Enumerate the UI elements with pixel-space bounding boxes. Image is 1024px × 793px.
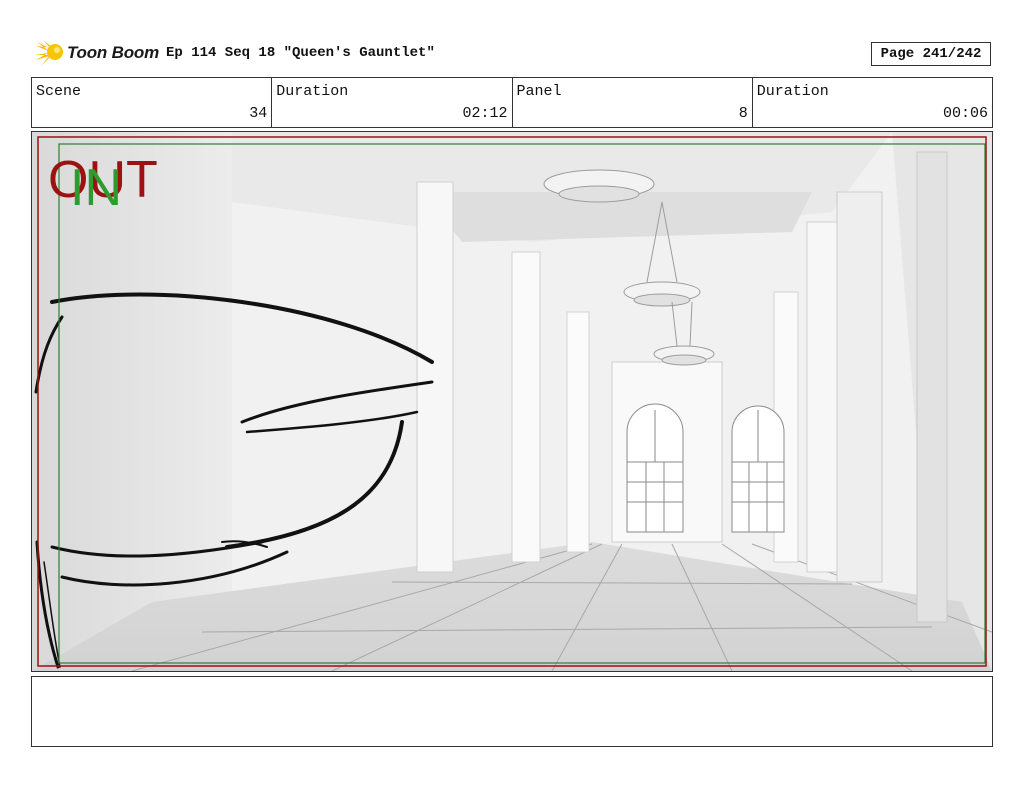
- panel-duration-value: 00:06: [942, 105, 988, 122]
- toon-boom-logo-icon: [35, 40, 63, 66]
- storyboard-title: Ep 114 Seq 18 "Queen's Gauntlet": [166, 45, 435, 61]
- page-number: Page 241/242: [871, 42, 991, 66]
- panel-duration-cell: Duration 00:06: [753, 78, 992, 127]
- panel-cell: Panel 8: [513, 78, 753, 127]
- scene-value: 34: [249, 105, 268, 122]
- panel-notes-box: [31, 676, 993, 747]
- in-marker-label: IN: [70, 159, 122, 217]
- logo-text: Toon Boom: [67, 43, 159, 62]
- hallway-sketch: [32, 132, 992, 671]
- panel-duration-label: Duration: [756, 83, 829, 100]
- panel-image-frame: OUT IN: [31, 131, 993, 672]
- toon-boom-logo: Toon Boom: [33, 38, 159, 68]
- scene-duration-value: 02:12: [462, 105, 508, 122]
- scene-cell: Scene 34: [32, 78, 273, 127]
- scene-info-row: Scene 34 Duration 02:12 Panel 8 Duration…: [31, 77, 993, 128]
- scene-label: Scene: [36, 83, 82, 100]
- scene-duration-label: Duration: [276, 83, 349, 100]
- panel-label: Panel: [516, 83, 562, 100]
- scene-duration-cell: Duration 02:12: [272, 78, 513, 127]
- panel-value: 8: [738, 105, 748, 122]
